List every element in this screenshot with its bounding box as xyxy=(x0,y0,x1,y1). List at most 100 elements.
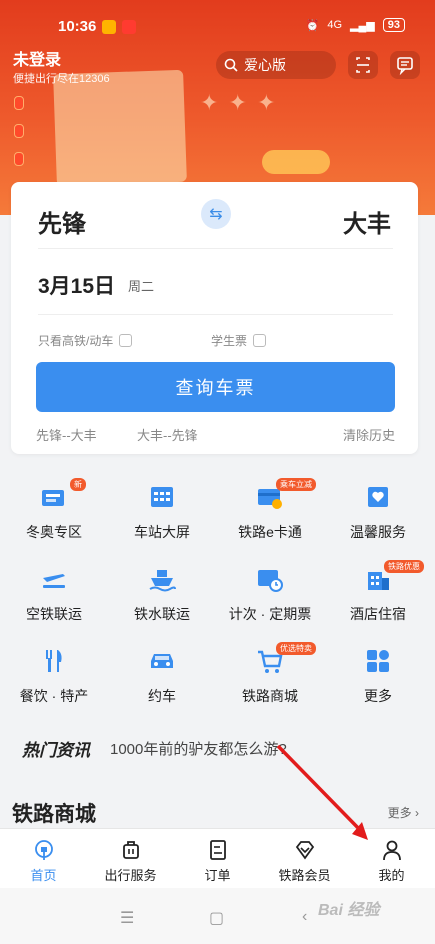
tab-label: 首页 xyxy=(30,868,57,883)
service-periodic-ticket[interactable]: 计次 · 定期票 xyxy=(216,560,324,630)
network-label: 4G xyxy=(327,19,343,31)
periodic-ticket-icon xyxy=(258,570,283,592)
app-screen: ✦ ✦ ✦ 10:36 ⏰ 4G ▂▄▆ 93 未登录 便捷出行尽在12306 … xyxy=(0,0,435,944)
new-badge: 新 xyxy=(70,478,86,491)
student-option[interactable]: 学生票 xyxy=(211,332,267,349)
rail-water-icon xyxy=(149,570,176,592)
service-station-screen[interactable]: 车站大屏 xyxy=(108,478,216,548)
scan-button[interactable] xyxy=(348,51,378,79)
app-notification-icon xyxy=(122,20,136,34)
service-mall[interactable]: 优选特卖 铁路商城 xyxy=(216,642,324,712)
service-air-rail[interactable]: 空铁联运 xyxy=(0,560,108,630)
message-button[interactable] xyxy=(390,51,420,79)
alarm-icon: ⏰ xyxy=(305,19,320,32)
sale-badge: 优选特卖 xyxy=(276,642,316,655)
tab-travel-service[interactable]: 出行服务 xyxy=(87,829,174,889)
service-label: 铁路商城 xyxy=(242,688,298,704)
service-rail-water[interactable]: 铁水联运 xyxy=(108,560,216,630)
to-station[interactable]: 大丰 xyxy=(343,204,391,239)
travel-date[interactable]: 3月15日 xyxy=(38,270,115,300)
banner-promo-card xyxy=(53,69,187,187)
travel-weekday: 周二 xyxy=(128,279,155,294)
service-warm-service[interactable]: 温馨服务 xyxy=(324,478,432,548)
tab-label: 订单 xyxy=(204,868,231,883)
tab-home[interactable]: 首页 xyxy=(0,829,87,889)
bottom-tab-bar: 首页 出行服务 订单 铁路会员 我的 xyxy=(0,828,435,888)
tab-orders[interactable]: 订单 xyxy=(174,829,261,889)
service-label: 铁水联运 xyxy=(134,606,190,622)
chevron-right-icon: › xyxy=(415,806,419,820)
scan-icon xyxy=(356,57,370,73)
search-box[interactable]: 爱心版 xyxy=(216,51,336,79)
diamond-icon xyxy=(295,841,315,860)
tab-label: 铁路会员 xyxy=(278,868,331,883)
service-label: 计次 · 定期票 xyxy=(228,606,312,622)
search-icon xyxy=(224,58,238,72)
lantern-icon xyxy=(14,152,24,166)
service-label: 更多 xyxy=(364,688,392,704)
lantern-icon xyxy=(14,124,24,138)
status-right: ⏰ 4G ▂▄▆ 93 xyxy=(306,18,405,32)
discount-badge: 铁路优惠 xyxy=(384,560,424,573)
login-subtitle: 便捷出行尽在12306 xyxy=(13,73,110,85)
student-checkbox[interactable] xyxy=(253,334,267,347)
order-icon xyxy=(210,840,226,860)
high-speed-label: 只看高铁/动车 xyxy=(38,334,114,348)
user-icon xyxy=(383,840,401,861)
tab-label: 我的 xyxy=(378,868,405,883)
service-dining[interactable]: 餐饮 · 特产 xyxy=(0,642,108,712)
dining-icon xyxy=(46,650,62,672)
status-bar: 10:36 ⏰ 4G ▂▄▆ 93 xyxy=(0,0,435,42)
service-car[interactable]: 约车 xyxy=(108,642,216,712)
mall-more-link[interactable]: 更多 › xyxy=(388,804,419,821)
service-label: 温馨服务 xyxy=(350,524,406,540)
service-label: 铁路e卡通 xyxy=(238,524,302,540)
discount-badge: 乘车立减 xyxy=(276,478,316,491)
luggage-icon xyxy=(123,841,139,859)
service-winter-olympics[interactable]: 新 冬奥专区 xyxy=(0,478,108,548)
clear-history-button[interactable]: 清除历史 xyxy=(343,425,395,444)
car-icon xyxy=(151,654,173,668)
tab-mine[interactable]: 我的 xyxy=(348,829,435,889)
service-more[interactable]: 更多 xyxy=(324,642,432,712)
message-icon xyxy=(397,57,413,76)
tab-label: 出行服务 xyxy=(104,868,157,883)
history-item[interactable]: 大丰--先锋 xyxy=(137,425,198,444)
hot-news-title: 热门资讯 xyxy=(22,741,90,760)
swap-stations-button[interactable]: ⇆ xyxy=(201,199,231,229)
booking-card: 先锋 ⇆ 大丰 3月15日 周二 只看高铁/动车 学生票 查询车票 先锋--大丰… xyxy=(11,182,418,454)
battery-indicator: 93 xyxy=(382,18,405,32)
more-apps-icon xyxy=(367,650,389,672)
watermark-logo: Bai 经验 xyxy=(318,902,380,919)
hot-news-item[interactable]: 1000年前的驴友都怎么游? xyxy=(110,738,287,759)
mall-section-title: 铁路商城 xyxy=(12,803,96,826)
service-hotel[interactable]: 铁路优惠 酒店住宿 xyxy=(324,560,432,630)
divider xyxy=(38,248,393,249)
history-item[interactable]: 先锋--大丰 xyxy=(36,425,97,444)
back-icon[interactable]: ‹ xyxy=(302,908,307,926)
home-square-icon[interactable]: ▢ xyxy=(209,908,224,928)
service-railway-ecard[interactable]: 乘车立减 铁路e卡通 xyxy=(216,478,324,548)
swap-icon: ⇆ xyxy=(209,206,223,223)
service-label: 酒店住宿 xyxy=(350,606,406,622)
banner-promo-pill xyxy=(262,150,330,174)
winter-olympics-icon xyxy=(42,490,64,506)
station-screen-icon xyxy=(151,487,173,507)
menu-icon[interactable]: ☰ xyxy=(120,908,134,928)
air-rail-icon xyxy=(43,574,65,588)
high-speed-option[interactable]: 只看高铁/动车 xyxy=(38,332,133,349)
query-tickets-button[interactable]: 查询车票 xyxy=(36,362,395,412)
warm-service-icon xyxy=(368,487,388,507)
service-label: 约车 xyxy=(148,688,176,704)
from-station[interactable]: 先锋 xyxy=(38,204,86,239)
lantern-icon xyxy=(14,96,24,110)
login-title[interactable]: 未登录 xyxy=(13,46,61,70)
home-icon xyxy=(35,840,53,860)
tab-railway-member[interactable]: 铁路会员 xyxy=(261,829,348,889)
high-speed-checkbox[interactable] xyxy=(119,334,133,347)
service-label: 餐饮 · 特产 xyxy=(19,688,89,704)
student-label: 学生票 xyxy=(211,334,248,348)
signal-icon: ▂▄▆ xyxy=(350,19,375,32)
service-label: 车站大屏 xyxy=(134,524,190,540)
divider xyxy=(38,314,393,315)
